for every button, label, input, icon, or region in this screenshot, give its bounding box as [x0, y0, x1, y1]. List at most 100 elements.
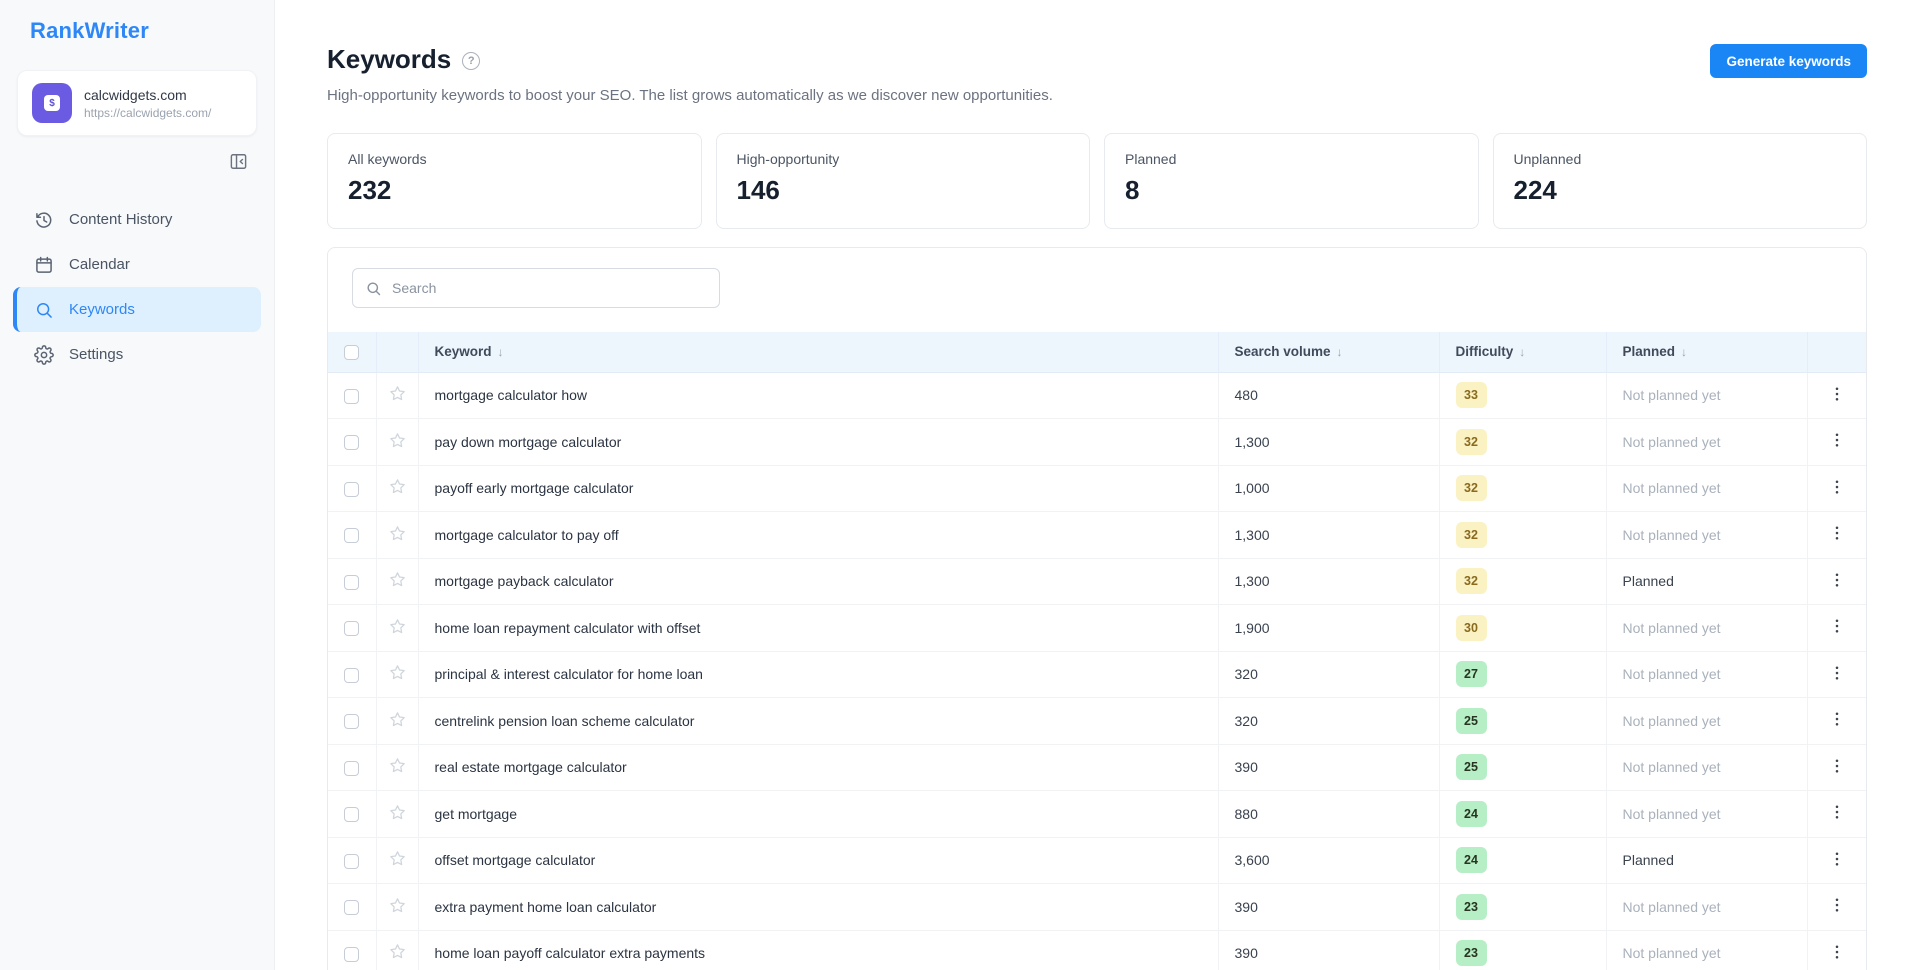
- generate-keywords-button[interactable]: Generate keywords: [1710, 44, 1867, 78]
- row-checkbox[interactable]: [344, 482, 359, 497]
- search-volume-cell: 390: [1218, 884, 1439, 931]
- row-checkbox[interactable]: [344, 854, 359, 869]
- row-menu-kebab-icon[interactable]: [1828, 850, 1846, 868]
- difficulty-badge: 33: [1456, 382, 1487, 408]
- keyword-cell: mortgage calculator how: [418, 372, 1218, 419]
- star-icon[interactable]: [388, 710, 407, 729]
- sidebar-item-label: Keywords: [69, 301, 135, 318]
- star-icon[interactable]: [388, 896, 407, 915]
- star-icon[interactable]: [388, 477, 407, 496]
- help-icon[interactable]: ?: [462, 52, 480, 70]
- sidebar-item-keywords[interactable]: Keywords: [13, 287, 261, 332]
- row-menu-kebab-icon[interactable]: [1828, 431, 1846, 449]
- difficulty-badge: 32: [1456, 429, 1487, 455]
- difficulty-cell: 27: [1439, 651, 1606, 698]
- star-icon[interactable]: [388, 663, 407, 682]
- site-name: calcwidgets.com: [84, 87, 211, 103]
- column-header-keyword[interactable]: Keyword↓: [418, 332, 1218, 372]
- row-checkbox[interactable]: [344, 435, 359, 450]
- search-icon: [34, 300, 54, 320]
- star-icon[interactable]: [388, 849, 407, 868]
- planned-status-cell: Not planned yet: [1606, 791, 1807, 838]
- star-icon[interactable]: [388, 384, 407, 403]
- row-menu-kebab-icon[interactable]: [1828, 803, 1846, 821]
- row-menu-kebab-icon[interactable]: [1828, 478, 1846, 496]
- star-icon[interactable]: [388, 803, 407, 822]
- search-volume-cell: 320: [1218, 651, 1439, 698]
- row-menu-kebab-icon[interactable]: [1828, 524, 1846, 542]
- sort-icon: ↓: [1519, 345, 1525, 359]
- keyword-cell: pay down mortgage calculator: [418, 419, 1218, 466]
- site-favicon-glyph: $: [44, 95, 60, 111]
- planned-status-cell: Not planned yet: [1606, 372, 1807, 419]
- page-title: Keywords: [327, 44, 451, 75]
- star-icon[interactable]: [388, 570, 407, 589]
- sort-icon: ↓: [1337, 345, 1343, 359]
- column-header-actions: [1807, 332, 1866, 372]
- search-volume-cell: 320: [1218, 698, 1439, 745]
- keyword-cell: get mortgage: [418, 791, 1218, 838]
- column-header-planned[interactable]: Planned↓: [1606, 332, 1807, 372]
- stat-card-planned: Planned 8: [1104, 133, 1479, 229]
- row-checkbox[interactable]: [344, 389, 359, 404]
- difficulty-badge: 25: [1456, 708, 1487, 734]
- sidebar: RankWriter $ calcwidgets.com https://cal…: [0, 0, 275, 970]
- search-volume-cell: 480: [1218, 372, 1439, 419]
- search-icon: [365, 280, 382, 297]
- page-subtitle: High-opportunity keywords to boost your …: [327, 87, 1053, 104]
- difficulty-badge: 24: [1456, 801, 1487, 827]
- table-row: centrelink pension loan scheme calculato…: [328, 698, 1866, 745]
- column-header-difficulty[interactable]: Difficulty↓: [1439, 332, 1606, 372]
- table-row: principal & interest calculator for home…: [328, 651, 1866, 698]
- table-row: payoff early mortgage calculator1,00032N…: [328, 465, 1866, 512]
- keyword-cell: mortgage calculator to pay off: [418, 512, 1218, 559]
- difficulty-badge: 24: [1456, 847, 1487, 873]
- row-menu-kebab-icon[interactable]: [1828, 664, 1846, 682]
- sidebar-item-content-history[interactable]: Content History: [13, 197, 261, 242]
- star-icon[interactable]: [388, 431, 407, 450]
- star-icon[interactable]: [388, 617, 407, 636]
- row-checkbox[interactable]: [344, 761, 359, 776]
- search-volume-cell: 1,300: [1218, 512, 1439, 559]
- table-row: mortgage calculator to pay off1,30032Not…: [328, 512, 1866, 559]
- row-menu-kebab-icon[interactable]: [1828, 757, 1846, 775]
- row-menu-kebab-icon[interactable]: [1828, 617, 1846, 635]
- row-checkbox[interactable]: [344, 668, 359, 683]
- star-icon[interactable]: [388, 524, 407, 543]
- table-row: pay down mortgage calculator1,30032Not p…: [328, 419, 1866, 466]
- search-input[interactable]: [392, 280, 707, 296]
- column-header-search-volume[interactable]: Search volume↓: [1218, 332, 1439, 372]
- row-menu-kebab-icon[interactable]: [1828, 571, 1846, 589]
- sidebar-item-settings[interactable]: Settings: [13, 332, 261, 377]
- difficulty-cell: 30: [1439, 605, 1606, 652]
- search-volume-cell: 390: [1218, 744, 1439, 791]
- collapse-sidebar-icon[interactable]: [229, 152, 248, 171]
- sidebar-item-label: Content History: [69, 211, 172, 228]
- sidebar-item-calendar[interactable]: Calendar: [13, 242, 261, 287]
- planned-status-cell: Not planned yet: [1606, 605, 1807, 652]
- row-checkbox[interactable]: [344, 528, 359, 543]
- select-all-checkbox[interactable]: [344, 345, 359, 360]
- row-checkbox[interactable]: [344, 900, 359, 915]
- planned-status-cell: Not planned yet: [1606, 465, 1807, 512]
- row-menu-kebab-icon[interactable]: [1828, 710, 1846, 728]
- row-checkbox[interactable]: [344, 807, 359, 822]
- site-url: https://calcwidgets.com/: [84, 106, 211, 120]
- row-menu-kebab-icon[interactable]: [1828, 896, 1846, 914]
- difficulty-cell: 32: [1439, 558, 1606, 605]
- table-row: mortgage calculator how480 33 Not planned …: [328, 372, 1866, 419]
- site-card[interactable]: $ calcwidgets.com https://calcwidgets.co…: [17, 70, 257, 136]
- row-checkbox[interactable]: [344, 575, 359, 590]
- stat-value: 232: [348, 175, 681, 206]
- row-checkbox[interactable]: [344, 714, 359, 729]
- row-checkbox[interactable]: [344, 621, 359, 636]
- stat-label: High-opportunity: [737, 151, 1070, 167]
- row-checkbox[interactable]: [344, 947, 359, 962]
- keyword-cell: mortgage payback calculator: [418, 558, 1218, 605]
- table-row: home loan payoff calculator extra paymen…: [328, 930, 1866, 970]
- star-icon[interactable]: [388, 756, 407, 775]
- star-icon[interactable]: [388, 942, 407, 961]
- stat-value: 8: [1125, 175, 1458, 206]
- row-menu-kebab-icon[interactable]: [1828, 385, 1846, 403]
- row-menu-kebab-icon[interactable]: [1828, 943, 1846, 961]
